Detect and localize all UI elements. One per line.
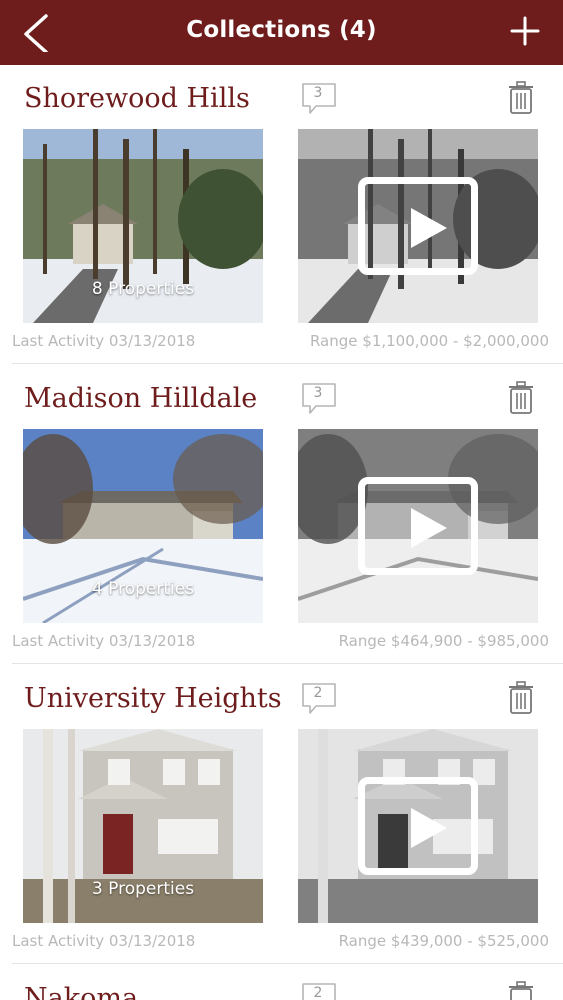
trash-icon xyxy=(509,381,533,414)
video-tour[interactable] xyxy=(298,129,538,323)
play-button[interactable] xyxy=(358,177,478,275)
collection-name: Shorewood Hills xyxy=(24,83,250,114)
delete-button[interactable] xyxy=(508,981,534,1000)
price-range: Range $1,100,000 - $2,000,000 xyxy=(309,332,549,350)
properties-count: 3 Properties xyxy=(91,879,195,899)
comments-button[interactable]: 2 xyxy=(300,982,338,1000)
price-range: Range $439,000 - $525,000 xyxy=(338,932,549,950)
comment-count: 2 xyxy=(313,985,323,1000)
collection-card[interactable]: Shorewood Hills 3 8 Properties Last Acti… xyxy=(0,65,563,365)
properties-count: 8 Properties xyxy=(91,279,195,299)
comment-count: 3 xyxy=(313,85,323,101)
comment-count: 3 xyxy=(313,385,323,401)
nav-bar: Collections (4) xyxy=(0,0,563,65)
delete-button[interactable] xyxy=(508,681,534,715)
comments-button[interactable]: 2 xyxy=(300,682,338,716)
comments-button[interactable]: 3 xyxy=(300,382,338,416)
plus-icon xyxy=(510,16,540,46)
last-activity: Last Activity 03/13/2018 xyxy=(12,932,196,950)
collection-card[interactable]: Madison Hilldale 3 4 Properties Last Act… xyxy=(0,365,563,665)
last-activity: Last Activity 03/13/2018 xyxy=(12,332,196,350)
video-tour[interactable] xyxy=(298,729,538,923)
play-button[interactable] xyxy=(358,777,478,875)
collection-name: University Heights xyxy=(24,683,282,714)
collection-name: Nakoma xyxy=(24,983,139,1000)
play-icon xyxy=(411,208,447,248)
video-tour[interactable] xyxy=(298,429,538,623)
properties-count: 4 Properties xyxy=(91,579,195,599)
page-title: Collections (4) xyxy=(186,17,377,43)
collection-name: Madison Hilldale xyxy=(24,383,258,414)
divider xyxy=(12,963,563,964)
collection-photo[interactable]: 4 Properties xyxy=(23,429,263,623)
collection-photo[interactable]: 8 Properties xyxy=(23,129,263,323)
last-activity: Last Activity 03/13/2018 xyxy=(12,632,196,650)
delete-button[interactable] xyxy=(508,381,534,415)
price-range: Range $464,900 - $985,000 xyxy=(338,632,549,650)
comments-button[interactable]: 3 xyxy=(300,82,338,116)
divider xyxy=(12,363,563,364)
collection-card[interactable]: Nakoma 2 xyxy=(0,965,563,1000)
trash-icon xyxy=(509,981,533,1000)
trash-icon xyxy=(509,81,533,114)
play-icon xyxy=(411,808,447,848)
add-collection-button[interactable] xyxy=(509,15,541,47)
collection-card[interactable]: University Heights 2 3 Properties Last A… xyxy=(0,665,563,965)
play-icon xyxy=(411,508,447,548)
comment-count: 2 xyxy=(313,685,323,701)
divider xyxy=(12,663,563,664)
collection-photo[interactable]: 3 Properties xyxy=(23,729,263,923)
trash-icon xyxy=(509,681,533,714)
delete-button[interactable] xyxy=(508,81,534,115)
play-button[interactable] xyxy=(358,477,478,575)
